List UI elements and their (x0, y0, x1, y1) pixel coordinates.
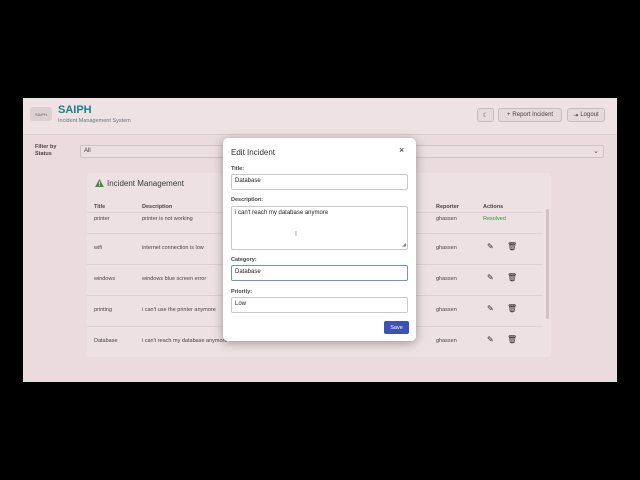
priority-input[interactable]: Low (231, 297, 408, 313)
save-button[interactable]: Save (384, 321, 409, 334)
edit-incident-modal: Edit Incident × Title: Database Descript… (223, 138, 416, 341)
description-label: Description: (231, 197, 264, 203)
description-textarea[interactable]: i can't reach my database anymore ◢ (231, 206, 408, 250)
category-input[interactable]: Database (231, 265, 408, 281)
title-input[interactable]: Database (231, 174, 408, 190)
resize-handle-icon[interactable]: ◢ (402, 242, 406, 248)
priority-label: Priority: (231, 289, 253, 295)
description-value: i can't reach my database anymore (235, 210, 329, 216)
text-cursor-icon: I (295, 231, 297, 238)
modal-title: Edit Incident (231, 148, 276, 157)
category-label: Category: (231, 257, 257, 263)
close-icon[interactable]: × (399, 145, 404, 155)
title-label: Title: (231, 166, 245, 172)
